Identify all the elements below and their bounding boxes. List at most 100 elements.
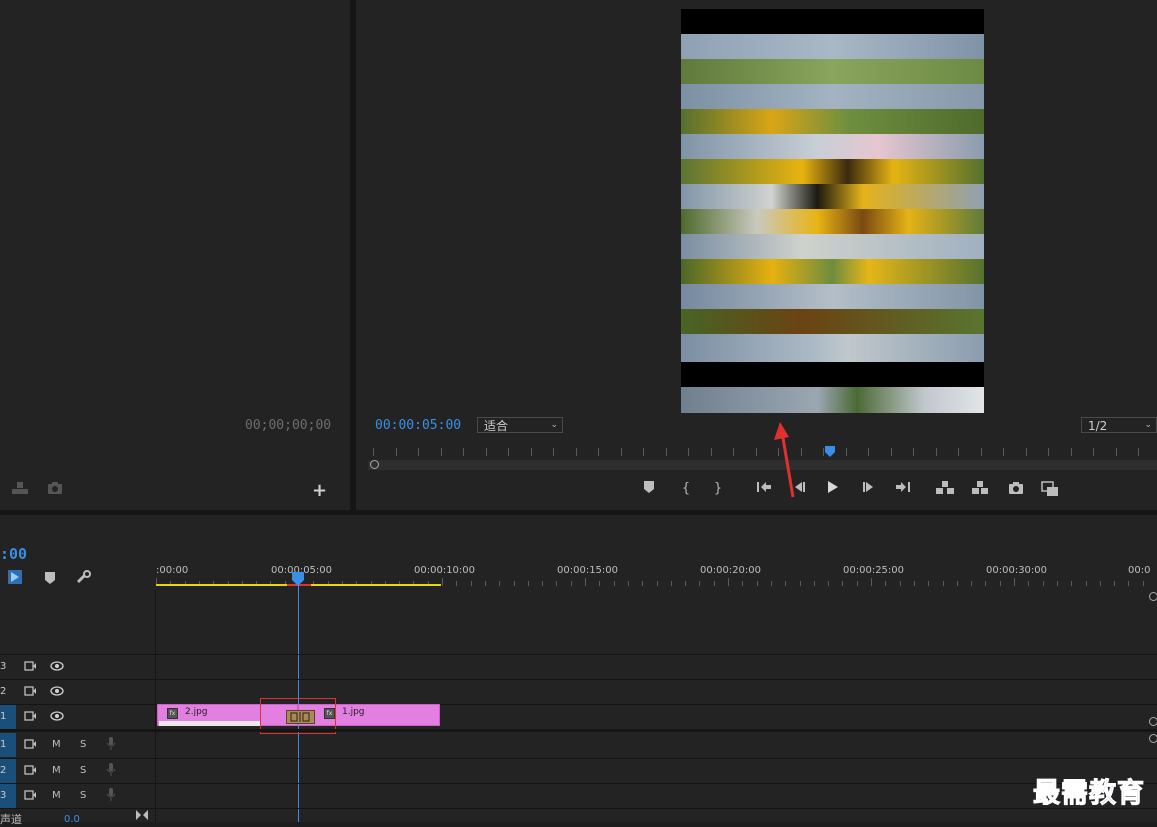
ruler-tick <box>484 581 486 586</box>
mute-button[interactable]: M <box>52 790 61 801</box>
film-icon[interactable] <box>24 738 36 753</box>
ruler-tick <box>1014 578 1015 586</box>
eye-icon[interactable] <box>50 685 64 700</box>
step-forward-icon[interactable] <box>859 481 879 493</box>
ruler-tick <box>733 448 734 456</box>
ruler-tick <box>1048 448 1049 456</box>
ruler-tick <box>742 581 744 586</box>
film-icon[interactable] <box>24 789 36 804</box>
track-number[interactable]: 3 <box>0 655 16 679</box>
film-icon[interactable] <box>24 685 36 700</box>
snap-icon[interactable] <box>8 570 24 587</box>
add-marker-icon[interactable] <box>640 481 658 493</box>
track-number[interactable]: 1 <box>0 733 16 757</box>
mute-button[interactable]: M <box>52 765 61 776</box>
extract-icon[interactable] <box>969 481 991 495</box>
go-to-out-icon[interactable] <box>893 481 913 493</box>
track-number[interactable]: 3 <box>0 784 16 808</box>
film-icon[interactable] <box>24 710 36 725</box>
program-preview-image <box>681 9 984 413</box>
solo-button[interactable]: S <box>80 765 86 776</box>
ruler-tick <box>599 581 601 586</box>
ruler-label: :00:00 <box>156 565 189 576</box>
go-to-end-icon[interactable] <box>136 810 148 823</box>
audio-track-1: 1 M S <box>0 733 1157 757</box>
ruler-tick <box>1071 581 1073 586</box>
ruler-tick <box>770 581 772 586</box>
ruler-tick <box>813 581 815 586</box>
ruler-tick <box>935 448 937 456</box>
ruler-label: 00:00:15:00 <box>557 565 619 576</box>
chevron-down-icon: ⌄ <box>550 420 558 430</box>
camera-icon[interactable] <box>45 481 65 495</box>
program-zoom-bar[interactable] <box>368 460 1157 470</box>
ruler-tick <box>656 581 658 586</box>
clip-name: 1.jpg <box>342 707 365 717</box>
ruler-tick <box>1042 581 1044 586</box>
microphone-icon[interactable] <box>106 763 116 780</box>
ruler-tick <box>799 581 801 586</box>
ruler-label: 00:00:20:00 <box>700 565 762 576</box>
zoom-handle[interactable] <box>370 460 379 469</box>
lift-icon[interactable] <box>934 481 956 495</box>
ruler-tick <box>665 448 667 456</box>
master-track: 声道 0.0 <box>0 808 1157 826</box>
scroll-handle-middle[interactable] <box>1149 717 1157 726</box>
ruler-tick <box>699 581 701 586</box>
track-number[interactable]: 2 <box>0 680 16 704</box>
ruler-tick <box>470 581 472 586</box>
ruler-tick <box>713 581 715 586</box>
microphone-icon[interactable] <box>106 737 116 754</box>
ruler-tick <box>485 448 487 456</box>
scroll-handle-top[interactable] <box>1149 592 1157 601</box>
ruler-tick <box>942 581 944 586</box>
export-frame-icon[interactable] <box>1006 481 1026 495</box>
program-time-ruler[interactable] <box>368 446 1157 458</box>
source-monitor-panel: 00;00;00;00 + <box>0 0 350 510</box>
ruler-tick <box>463 448 464 456</box>
mark-in-icon[interactable]: { <box>677 480 695 498</box>
ruler-tick <box>499 581 501 586</box>
mute-button[interactable]: M <box>52 739 61 750</box>
audio-track-3: 3 M S <box>0 783 1157 808</box>
insert-icon[interactable] <box>10 481 30 495</box>
ruler-tick <box>530 448 532 456</box>
ruler-tick <box>728 578 729 586</box>
eye-icon[interactable] <box>50 710 64 725</box>
track-number[interactable]: 1 <box>0 705 16 729</box>
ruler-tick <box>585 578 586 586</box>
ruler-tick <box>868 448 869 456</box>
ruler-tick <box>456 581 458 586</box>
ruler-tick <box>1085 581 1087 586</box>
fit-dropdown[interactable]: 适合 ⌄ <box>477 417 563 433</box>
resolution-dropdown[interactable]: 1/2 ⌄ <box>1081 417 1157 433</box>
film-icon[interactable] <box>24 660 36 675</box>
microphone-icon[interactable] <box>106 788 116 805</box>
marker-icon[interactable] <box>45 572 55 587</box>
program-timecode[interactable]: 00:00:05:00 <box>375 418 461 433</box>
track-number[interactable]: 2 <box>0 759 16 783</box>
add-button-icon[interactable]: + <box>312 480 327 501</box>
ruler-label: 00:00:30:00 <box>986 565 1048 576</box>
ruler-tick <box>1025 448 1027 456</box>
program-playhead[interactable] <box>825 446 835 457</box>
mark-out-icon[interactable]: } <box>709 480 727 498</box>
ruler-label: 00:0 <box>1128 565 1151 576</box>
ruler-tick <box>670 581 672 586</box>
eye-icon[interactable] <box>50 660 64 675</box>
solo-button[interactable]: S <box>80 739 86 750</box>
scroll-handle-audio[interactable] <box>1149 734 1157 743</box>
play-icon[interactable] <box>823 481 843 493</box>
ruler-tick <box>755 448 757 456</box>
ruler-tick <box>1142 581 1144 586</box>
film-icon[interactable] <box>24 764 36 779</box>
video-track-2: 2 <box>0 679 1157 704</box>
ruler-tick <box>1114 581 1116 586</box>
comparison-view-icon[interactable] <box>1040 481 1060 497</box>
timeline-current-time[interactable]: :00 <box>0 545 27 563</box>
wrench-icon[interactable] <box>76 570 92 587</box>
solo-button[interactable]: S <box>80 790 86 801</box>
ruler-tick <box>418 448 419 456</box>
master-volume-value[interactable]: 0.0 <box>64 814 80 825</box>
ruler-tick <box>1056 581 1058 586</box>
